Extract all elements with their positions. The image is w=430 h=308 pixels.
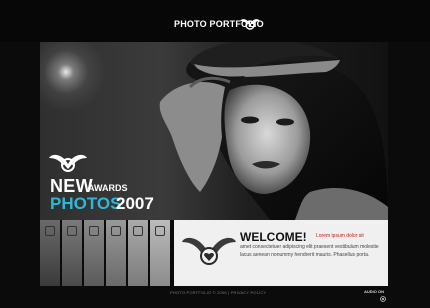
calendar-icon [111, 226, 121, 236]
audio-toggle-label[interactable]: AUDIO ON [364, 289, 384, 294]
nav-strip [40, 220, 170, 286]
copyright-text[interactable]: PHOTO PORTFOLIO © 2006 | PRIVACY POLICY [170, 290, 266, 295]
nav-item-home[interactable] [40, 220, 60, 286]
winged-heart-badge-icon [49, 154, 87, 172]
building-icon [133, 226, 143, 236]
welcome-body-text: amet consectetuer adipiscing elit praese… [240, 244, 379, 258]
hero-banner: NEW AWARDS PHOTOS 2007 [40, 42, 388, 220]
headline-awards: AWARDS [88, 183, 128, 193]
camera-icon [67, 226, 77, 236]
footer: PHOTO PORTFOLIO © 2006 | PRIVACY POLICY … [0, 286, 430, 308]
winged-heart-logo-icon [240, 19, 260, 30]
nav-item-mail[interactable] [150, 220, 170, 286]
winged-heart-emblem-icon [182, 237, 236, 265]
nav-item-building[interactable] [128, 220, 148, 286]
home-icon [45, 226, 55, 236]
headline-year: 2007 [116, 194, 154, 213]
header: PHOTO PORTFOLIO [0, 0, 430, 42]
nav-item-calendar[interactable] [106, 220, 126, 286]
headline-photos: PHOTOS [50, 194, 122, 213]
welcome-title: WELCOME! [240, 230, 307, 244]
mail-icon [155, 226, 165, 236]
gear-icon [89, 226, 99, 236]
welcome-lead-text: Lorem ipsum dolor sit [316, 233, 364, 239]
nav-item-settings[interactable] [84, 220, 104, 286]
nav-item-camera[interactable] [62, 220, 82, 286]
welcome-panel: WELCOME! Lorem ipsum dolor sit amet cons… [174, 220, 388, 286]
audio-toggle-icon[interactable] [380, 296, 386, 302]
